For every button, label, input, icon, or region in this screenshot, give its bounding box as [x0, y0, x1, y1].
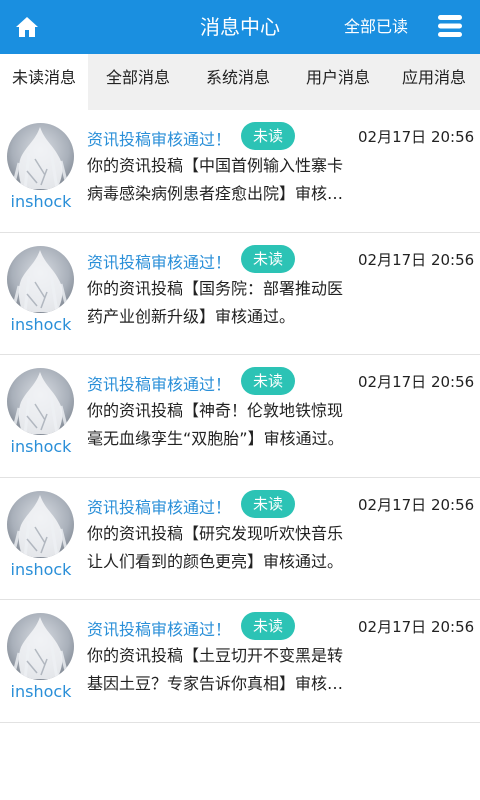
message-item[interactable]: inshock 资讯投稿审核通过！ 未读 02月17日 20:56 你的资讯投稿… — [0, 355, 480, 478]
avatar — [7, 490, 74, 558]
message-time: 02月17日 20:56 — [358, 618, 475, 636]
avatar-image — [7, 368, 74, 435]
username[interactable]: inshock — [0, 192, 82, 211]
message-content: 你的资讯投稿【土豆切开不变黑是转基因土豆？专家告诉你真相】审核通过。 — [87, 646, 344, 693]
message-time: 02月17日 20:56 — [358, 373, 475, 391]
message-item[interactable]: inshock 资讯投稿审核通过！ 未读 02月17日 20:56 你的资讯投稿… — [0, 478, 480, 600]
username[interactable]: inshock — [0, 560, 82, 579]
home-icon — [16, 17, 38, 37]
message-title: 资讯投稿审核通过！ — [87, 375, 232, 394]
avatar-image — [7, 245, 74, 313]
message-content: 你的资讯投稿【中国首例输入性寨卡病毒感染病例患者痊愈出院】审核通过。 — [87, 156, 344, 203]
message-title: 资讯投稿审核通过！ — [87, 252, 232, 272]
message-content: 你的资讯投稿【神奇！伦敦地铁惊现毫无血缘孪生“双胞胎”】审核通过。 — [87, 401, 344, 448]
avatar — [7, 613, 74, 680]
mark-all-read-button[interactable]: 全部已读 — [344, 0, 408, 54]
message-title: 资讯投稿审核通过！ — [87, 130, 232, 149]
message-title: 资讯投稿审核通过！ — [87, 497, 232, 517]
username[interactable]: inshock — [0, 682, 82, 701]
avatar-image — [7, 613, 74, 680]
avatar-image — [7, 490, 74, 558]
unread-badge: 未读 — [241, 367, 295, 395]
message-time: 02月17日 20:56 — [358, 495, 475, 514]
username[interactable]: inshock — [0, 315, 82, 334]
message-time: 02月17日 20:56 — [358, 250, 475, 269]
unread-badge: 未读 — [241, 612, 295, 640]
message-title: 资讯投稿审核通过！ — [87, 620, 232, 639]
message-item[interactable]: inshock 资讯投稿审核通过！ 未读 02月17日 20:56 你的资讯投稿… — [0, 233, 480, 355]
tab-unread[interactable]: 未读消息 — [0, 54, 88, 110]
tab-system[interactable]: 系统消息 — [188, 54, 288, 110]
unread-badge: 未读 — [241, 122, 295, 150]
tab-bar: 未读消息 全部消息 系统消息 用户消息 应用消息 — [0, 54, 480, 110]
tab-all[interactable]: 全部消息 — [88, 54, 188, 110]
message-item[interactable]: inshock 资讯投稿审核通过！ 未读 02月17日 20:56 你的资讯投稿… — [0, 600, 480, 723]
tab-user[interactable]: 用户消息 — [288, 54, 388, 110]
tab-app[interactable]: 应用消息 — [388, 54, 480, 110]
message-list: inshock 资讯投稿审核通过！ 未读 02月17日 20:56 你的资讯投稿… — [0, 110, 480, 723]
menu-button[interactable] — [436, 13, 464, 41]
unread-badge: 未读 — [241, 244, 295, 273]
avatar — [7, 368, 74, 435]
home-button[interactable] — [12, 12, 42, 42]
message-content: 你的资讯投稿【国务院：部署推动医药产业创新升级】审核通过。 — [87, 278, 344, 326]
username[interactable]: inshock — [0, 437, 82, 456]
avatar — [7, 245, 74, 313]
message-item[interactable]: inshock 资讯投稿审核通过！ 未读 02月17日 20:56 你的资讯投稿… — [0, 110, 480, 233]
message-content: 你的资讯投稿【研究发现听欢快音乐让人们看到的颜色更亮】审核通过。 — [87, 523, 344, 571]
unread-badge: 未读 — [241, 489, 295, 518]
top-bar: 消息中心 全部已读 — [0, 0, 480, 54]
avatar — [7, 123, 74, 190]
avatar-image — [7, 123, 74, 190]
menu-icon — [438, 15, 462, 37]
message-time: 02月17日 20:56 — [358, 128, 475, 146]
